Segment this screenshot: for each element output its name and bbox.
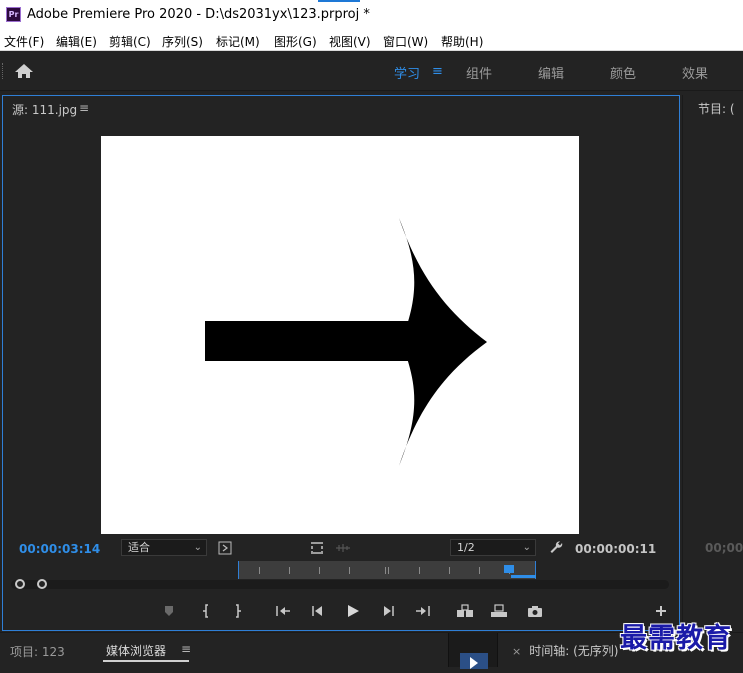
workspace-tab-color[interactable]: 颜色 xyxy=(610,63,636,82)
menu-clip[interactable]: 剪辑(C) xyxy=(109,33,151,50)
source-preview-image xyxy=(101,136,579,534)
mark-in-icon[interactable] xyxy=(196,602,216,620)
workspace-tab-effects[interactable]: 效果 xyxy=(682,63,708,82)
mark-out-icon[interactable] xyxy=(228,602,248,620)
add-marker-icon[interactable] xyxy=(159,602,179,620)
menu-marker[interactable]: 标记(M) xyxy=(216,33,260,50)
media-browser-tab[interactable]: 媒体浏览器 xyxy=(106,642,166,659)
menu-graphics[interactable]: 图形(G) xyxy=(274,33,317,50)
menu-view[interactable]: 视图(V) xyxy=(329,33,371,50)
playback-resolution-select[interactable]: 1/2 ⌄ xyxy=(450,539,536,556)
title-bar: Pr Adobe Premiere Pro 2020 - D:\ds2031yx… xyxy=(0,0,743,30)
playback-resolution-value: 1/2 xyxy=(457,541,475,554)
scrollbar-end-handle[interactable] xyxy=(37,579,47,589)
in-out-range xyxy=(511,575,536,578)
program-tab[interactable]: 节目: ( xyxy=(698,100,735,117)
workspace-tab-assembly[interactable]: 组件 xyxy=(466,63,492,82)
zoom-level-value: 适合 xyxy=(128,541,150,554)
workspace-bar: 学习 ≡ 组件 编辑 颜色 效果 xyxy=(0,51,743,91)
go-to-in-icon[interactable] xyxy=(273,602,293,620)
ruler-tick xyxy=(319,567,320,574)
go-to-out-icon[interactable] xyxy=(413,602,433,620)
export-frame-icon[interactable] xyxy=(525,602,545,620)
window-title: Adobe Premiere Pro 2020 - D:\ds2031yx\12… xyxy=(27,7,370,22)
scrollbar-start-handle[interactable] xyxy=(15,579,25,589)
workspace-menu-icon[interactable]: ≡ xyxy=(432,64,443,79)
drag-video-only-icon[interactable] xyxy=(310,540,324,559)
title-accent xyxy=(318,0,360,2)
ruler-tick xyxy=(388,567,389,574)
active-tab-underline xyxy=(103,660,189,662)
overwrite-icon[interactable] xyxy=(489,602,509,620)
menu-help[interactable]: 帮助(H) xyxy=(441,33,483,50)
timeline-tab[interactable]: × 时间轴: (无序列) xyxy=(512,642,618,659)
zoom-range-bar[interactable] xyxy=(238,561,536,579)
program-timecode[interactable]: 00;00; xyxy=(705,541,743,555)
zoom-scrollbar[interactable] xyxy=(11,580,669,589)
program-monitor-panel: 节目: ( 00;00; xyxy=(682,95,743,631)
ruler-tick xyxy=(289,567,290,574)
menu-sequence[interactable]: 序列(S) xyxy=(162,33,203,50)
step-forward-icon[interactable] xyxy=(378,602,398,620)
ruler-tick xyxy=(259,567,260,574)
premiere-logo-icon: Pr xyxy=(6,7,21,22)
insert-icon[interactable] xyxy=(455,602,475,620)
right-arrow-image xyxy=(205,218,487,466)
step-back-icon[interactable] xyxy=(308,602,328,620)
workspace-tab-learn[interactable]: 学习 xyxy=(394,63,420,82)
ruler-tick xyxy=(479,567,480,574)
ruler-tick xyxy=(349,567,350,574)
home-icon[interactable] xyxy=(13,61,35,81)
chevron-down-icon: ⌄ xyxy=(193,542,202,553)
menu-bar: 文件(F) 编辑(E) 剪辑(C) 序列(S) 标记(M) 图形(G) 视图(V… xyxy=(0,30,743,51)
play-icon[interactable] xyxy=(343,602,363,620)
source-tab[interactable]: 源: 111.jpg xyxy=(12,101,77,118)
time-ruler[interactable] xyxy=(11,561,671,589)
source-monitor-panel: 源: 111.jpg ≡ 00:00:03:14 适合 ⌄ 1/2 ⌄ 00:0… xyxy=(2,95,680,631)
drag-audio-only-icon[interactable] xyxy=(335,540,351,559)
chevron-down-icon: ⌄ xyxy=(522,542,531,553)
transport-controls xyxy=(3,596,679,626)
menu-edit[interactable]: 编辑(E) xyxy=(56,33,97,50)
project-tab[interactable]: 项目: 123 xyxy=(10,643,65,660)
timeline-tab-label: 时间轴: (无序列) xyxy=(529,644,619,658)
workspace-tab-editing[interactable]: 编辑 xyxy=(538,63,564,82)
media-browser-menu-icon[interactable]: ≡ xyxy=(181,642,191,656)
ruler-tick xyxy=(419,567,420,574)
source-panel-menu-icon[interactable]: ≡ xyxy=(79,101,89,115)
current-timecode[interactable]: 00:00:03:14 xyxy=(19,542,100,556)
watermark: 最需教育 xyxy=(620,623,732,654)
source-settings-row: 00:00:03:14 适合 ⌄ 1/2 ⌄ 00:00:00:11 xyxy=(3,537,679,559)
selection-tool-icon[interactable] xyxy=(460,653,488,669)
zoom-level-select[interactable]: 适合 ⌄ xyxy=(121,539,207,556)
menu-window[interactable]: 窗口(W) xyxy=(383,33,428,50)
close-icon[interactable]: × xyxy=(512,645,521,658)
menu-file[interactable]: 文件(F) xyxy=(4,33,44,50)
ruler-tick xyxy=(449,567,450,574)
wrench-settings-icon[interactable] xyxy=(549,540,564,559)
ruler-tick xyxy=(385,567,386,574)
playhead-handle[interactable] xyxy=(504,565,514,573)
duration-timecode: 00:00:00:11 xyxy=(575,542,657,556)
insert-editing-icon[interactable] xyxy=(218,540,232,559)
drag-grip[interactable] xyxy=(2,63,4,79)
